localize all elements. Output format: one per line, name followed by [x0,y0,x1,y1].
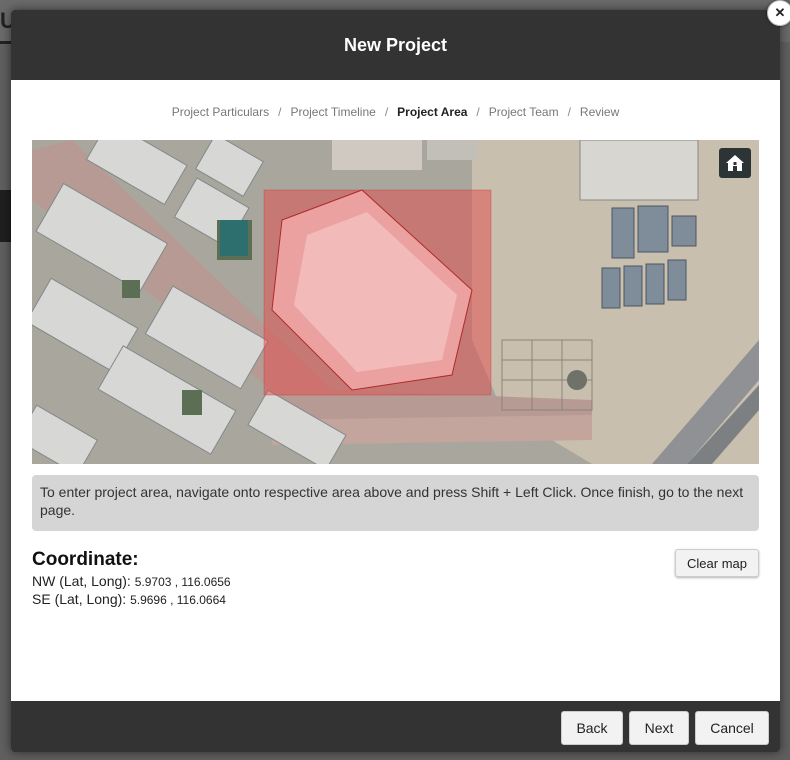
cancel-button[interactable]: Cancel [695,711,769,745]
step-review[interactable]: Review [580,105,619,119]
next-button[interactable]: Next [629,711,689,745]
nw-coordinate: NW (Lat, Long): 5.9703 , 116.0656 [32,573,231,589]
home-button[interactable] [719,148,751,178]
dialog-title: New Project [343,34,448,55]
step-project-team[interactable]: Project Team [489,105,559,119]
close-icon: ✕ [774,5,786,20]
map-imagery [32,140,759,464]
se-value: 5.9696 , 116.0664 [130,593,226,607]
satellite-map[interactable] [32,140,759,464]
step-separator: / [384,105,389,119]
step-project-area[interactable]: Project Area [397,105,467,119]
dialog-header: New Project [11,10,780,80]
back-button[interactable]: Back [561,711,623,745]
close-button[interactable]: ✕ [767,0,790,26]
nw-label: NW (Lat, Long): [32,573,131,589]
step-project-timeline[interactable]: Project Timeline [290,105,375,119]
wizard-breadcrumb: Project Particulars / Project Timeline / Pro… [11,105,780,119]
home-icon [726,155,744,171]
se-coordinate: SE (Lat, Long): 5.9696 , 116.0664 [32,591,226,607]
new-project-dialog: New Project Project Particulars / Project … [11,10,780,752]
step-separator: / [567,105,571,119]
clear-map-button[interactable]: Clear map [675,549,759,577]
se-label: SE (Lat, Long): [32,591,127,607]
coordinate-heading: Coordinate: [32,549,139,570]
step-separator: / [476,105,480,119]
nw-value: 5.9703 , 116.0656 [134,575,231,589]
step-project-particulars[interactable]: Project Particulars [172,105,269,119]
step-separator: / [278,105,282,119]
instruction-box: To enter project area, navigate onto res… [32,475,759,531]
dialog-footer: Back Next Cancel [11,701,780,752]
